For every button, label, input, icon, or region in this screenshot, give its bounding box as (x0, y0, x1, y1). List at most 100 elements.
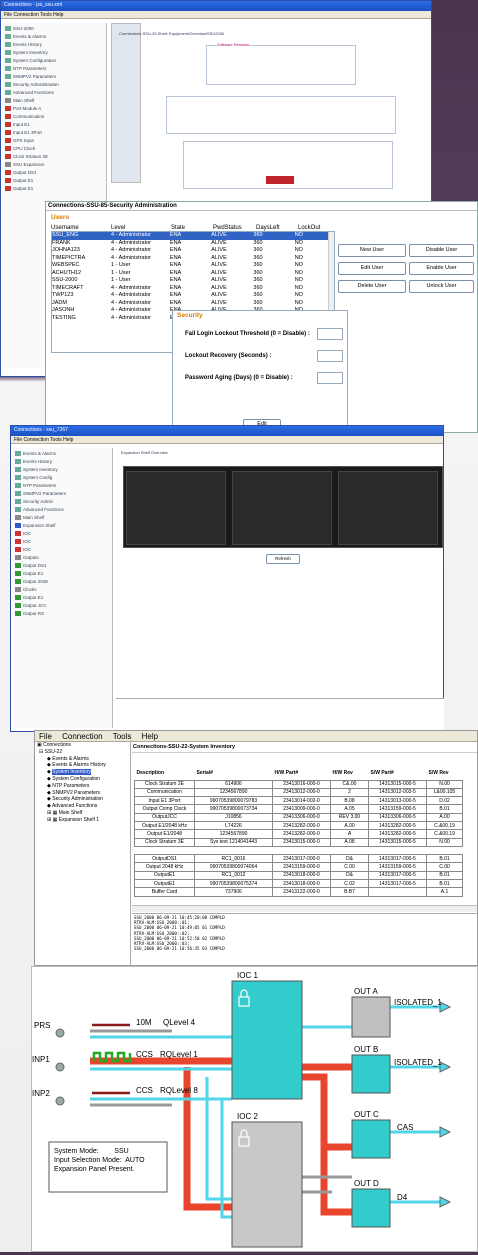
out-b-signal: ISOLATED_1 (394, 1058, 442, 1067)
window-expansion-tree[interactable]: Events & Alarms Events History System In… (13, 448, 113, 728)
col-serial: Serial# (196, 769, 213, 776)
user-cell: 360 (253, 247, 263, 253)
disable-user-button[interactable]: Disable User (409, 244, 474, 257)
inventory-cell: 99070539800074064 (194, 862, 273, 872)
inventory-row: OutputE1 RC1_0012 23413018-000-0 D& 14313017… (134, 870, 463, 881)
inventory-cell: 99070539800079783 (194, 796, 273, 806)
tree-main-shelf[interactable]: ⊞ ▦ Main Shelf (35, 810, 130, 817)
user-row[interactable]: ACHUTH12 1 - User ENA ALIVE 360 NO (52, 270, 334, 278)
user-row[interactable]: TIMEPICTRA 4 - Administrator ENA ALIVE 360 NO (52, 255, 334, 263)
inventory-cell (331, 846, 369, 854)
expansion-panel-title: Expansion Shelf Overview (121, 450, 168, 455)
ioc1-box (231, 980, 303, 1100)
enable-user-button[interactable]: Enable User (409, 262, 474, 275)
user-cell: 4 - Administrator (110, 284, 151, 291)
inventory-cell: 14313015-000-5 (368, 837, 427, 847)
user-row[interactable]: SSU-2000 1 - User ENA ALIVE 360 NO (52, 277, 334, 285)
user-cell: 360 (253, 284, 263, 291)
inventory-tree[interactable]: ▣ Connections ⊟ SSU-22 ◆ Events & Alarms… (35, 742, 131, 966)
user-cell: TWP123 (52, 292, 74, 298)
user-cell: 4 - Administrator (110, 307, 151, 313)
inp1-signal-label: CCS (136, 1050, 153, 1059)
inventory-cell: 14313017-000-5 (368, 870, 427, 881)
out-d-label: OUT D (354, 1179, 379, 1188)
inp1-port-label: INP1 (32, 1055, 50, 1064)
inp2-qlevel-label: RQLevel 8 (160, 1086, 198, 1095)
out-d-signal: D4 (397, 1193, 408, 1202)
user-row[interactable]: SSU_ENG 4 - Administrator ENA ALIVE 360 NO (52, 232, 334, 240)
user-cell: 360 (253, 239, 263, 246)
tree-security-admin[interactable]: ◆ Security Administration (35, 796, 130, 803)
inventory-hscrollbar[interactable] (132, 905, 477, 912)
tree-advanced[interactable]: ◆ Advanced Functions (35, 803, 130, 810)
inventory-cell: OutputE1 (134, 879, 195, 889)
tree-system-config[interactable]: ◆ System Configuration (35, 776, 130, 783)
inventory-cell: C.00 (330, 862, 369, 872)
inventory-cell: C.00 (426, 862, 463, 872)
user-row[interactable]: FRANK 4 - Administrator ENA ALIVE 360 NO (52, 240, 334, 248)
window-expansion: Connections - ssu_7267 File Connection T… (10, 425, 444, 732)
user-cell: ALIVE (211, 254, 227, 261)
user-cell: 4 - Administrator (110, 247, 151, 253)
delete-user-button[interactable]: Delete User (338, 280, 406, 293)
user-row[interactable]: TIMECRAFT 4 - Administrator ENA ALIVE 360 NO (52, 285, 334, 293)
unlock-user-button[interactable]: Unlock User (409, 280, 474, 293)
lockout-recovery-input[interactable] (317, 350, 343, 362)
out-a-box (351, 996, 391, 1038)
edit-user-button[interactable]: Edit User (338, 262, 406, 275)
inventory-cell: 614906 (194, 779, 273, 789)
inp1-qlevel-label: RQLevel 1 (160, 1050, 198, 1059)
menu-file[interactable]: File (39, 732, 52, 741)
user-cell: 4 - Administrator (110, 254, 151, 261)
window-expansion-menubar[interactable]: File Connection Tools Help (11, 436, 443, 444)
tree-expansion-shelf[interactable]: ⊞ ▦ Expansion Shelf 1 (35, 817, 130, 824)
inventory-cell: 23413009-000-0 (272, 804, 331, 814)
menu-connection[interactable]: Connection (62, 732, 102, 741)
tree-system-inventory[interactable]: ◆ System Inventory (35, 769, 130, 776)
inventory-cell: A.05 (330, 804, 369, 814)
tree-connections[interactable]: ▣ Connections (35, 742, 130, 749)
inventory-cell (135, 846, 195, 854)
col-hw-rev: H/W Rev (332, 769, 353, 776)
inventory-cell: B.01 (426, 870, 463, 881)
user-cell: JOHNA123 (52, 247, 80, 253)
password-aging-input[interactable] (317, 372, 343, 384)
users-label: Users (51, 214, 70, 221)
inventory-cell: L&00.105 (426, 787, 463, 798)
window-1-menubar[interactable]: File Connection Tools Help (1, 11, 431, 19)
out-b-label: OUT B (354, 1045, 379, 1054)
new-user-button[interactable]: New User (338, 244, 406, 257)
inventory-row: OutputJCC J10856 23413306-000-0 REV 3.00 143… (134, 812, 463, 823)
user-cell: ENA (169, 277, 182, 283)
inp1-connector (55, 1062, 65, 1072)
tree-events-history[interactable]: ◆ Events & Alarms History (35, 762, 130, 769)
user-row[interactable]: WEBSPEC 1 - User ENA ALIVE 360 NO (52, 262, 334, 270)
menu-help[interactable]: Help (142, 732, 158, 741)
inventory-cell: Communication (134, 787, 195, 798)
inventory-cell: 23413015-000-0 (272, 837, 331, 847)
window-1-panel-title: Connections-SSU-25 Shelf: Equipment/Over… (119, 31, 225, 36)
ccs-square-wave-icon (92, 1051, 132, 1063)
user-cell: ENA (169, 292, 182, 298)
tree-events-alarms[interactable]: ◆ Events & Alarms (35, 756, 130, 763)
inventory-cell: C&.00 (330, 779, 369, 789)
user-cell: TIMEPICTRA (52, 254, 86, 261)
inventory-cell: 14313015-000-5 (368, 779, 427, 789)
tree-snmpv2[interactable]: ◆ SNMPV2 Parameters (35, 790, 130, 797)
fail-login-threshold-input[interactable] (317, 328, 343, 340)
user-row[interactable]: JOHNA123 4 - Administrator ENA ALIVE 360 NO (52, 247, 334, 255)
window-1-title: Connections - jss_ssu.xml (4, 2, 63, 8)
ioc2-box (231, 1121, 303, 1248)
inventory-row: Communication 1234567890 23413012-000-0 2 14… (134, 787, 463, 798)
route-ioc1-out-c (302, 1073, 352, 1151)
refresh-button[interactable]: Refresh (266, 554, 300, 564)
log-line: SSU_2000 06-09-21 10:56:35 03 COMPLD (134, 946, 225, 952)
user-row[interactable]: JADM 4 - Administrator ENA ALIVE 360 NO (52, 300, 334, 308)
user-row[interactable]: TWP123 4 - Administrator ENA ALIVE 360 NO (52, 292, 334, 300)
menu-tools[interactable]: Tools (113, 732, 132, 741)
inventory-cell: 23413282-000-0 (272, 829, 331, 839)
inventory-row: Output E1/2048 1234567890 23413282-000-0 A 1… (134, 829, 463, 839)
tree-ssu22[interactable]: ⊟ SSU-22 (35, 749, 130, 756)
tree-ntp[interactable]: ◆ NTP Parameters (35, 783, 130, 790)
inventory-cell: 14313282-000-5 (368, 820, 427, 831)
